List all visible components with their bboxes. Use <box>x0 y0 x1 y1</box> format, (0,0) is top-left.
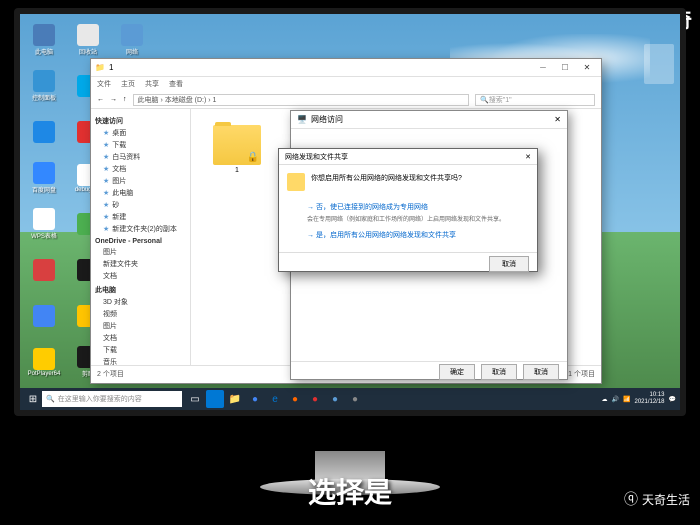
cancel-button[interactable]: 取消 <box>481 364 517 380</box>
desktop-icon[interactable]: WPS表格 <box>24 202 64 246</box>
apply-button[interactable]: 取消 <box>523 364 559 380</box>
sidebar-item[interactable]: 新建文件夹 <box>93 258 188 270</box>
desktop-screen: 此电脑 回收站 网络 控制面板 百度网盘 debug.log WPS表格 Pot… <box>20 14 680 410</box>
window-title: 1 <box>109 63 113 72</box>
task-view-button[interactable]: ▭ <box>186 390 204 408</box>
sidebar-item[interactable]: 下载 <box>93 344 188 356</box>
taskbar-app[interactable]: e <box>266 390 284 408</box>
option-no-desc: 会在专用网络（例如家庭和工作场所的网络）上启用网络发现和文件共享。 <box>287 214 529 223</box>
ribbon-tabs: 文件 主页 共享 查看 <box>91 77 601 91</box>
network-titlebar[interactable]: 🖥️ 网络访问 ✕ <box>291 111 567 129</box>
taskbar-app[interactable]: ● <box>286 390 304 408</box>
clock[interactable]: 10:13 2021/12/18 <box>634 392 664 405</box>
start-button[interactable]: ⊞ <box>24 390 42 408</box>
close-button[interactable]: ✕ <box>577 61 597 75</box>
forward-button[interactable]: → <box>110 96 117 103</box>
explorer-titlebar[interactable]: 📁 1 ─ ☐ ✕ <box>91 59 601 77</box>
folder-icon <box>213 125 261 165</box>
desktop-icon[interactable]: 控制面板 <box>24 64 64 108</box>
sidebar-this-pc[interactable]: 此电脑 <box>93 284 188 296</box>
taskbar-app[interactable]: ● <box>346 390 364 408</box>
address-bar[interactable]: 此电脑 › 本地磁盘 (D:) › 1 <box>133 94 470 106</box>
address-bar-row: ← → ↑ 此电脑 › 本地磁盘 (D:) › 1 🔍搜索"1" <box>91 91 601 109</box>
folder-item[interactable]: 1 <box>207 125 267 177</box>
desktop-icon[interactable] <box>24 110 64 154</box>
sidebar-item[interactable]: 白马资料 <box>93 151 188 163</box>
minimize-button[interactable]: ─ <box>533 61 553 75</box>
search-icon: 🔍 <box>480 96 489 104</box>
dialog-footer: 取消 <box>279 252 537 274</box>
shield-icon <box>287 173 305 191</box>
system-tray: ☁ 🔊 📶 10:13 2021/12/18 💬 <box>602 392 676 405</box>
sidebar-item[interactable]: 文档 <box>93 332 188 344</box>
sidebar-onedrive[interactable]: OneDrive - Personal <box>93 237 188 246</box>
desktop-icon[interactable]: 回收站 <box>68 18 108 62</box>
taskbar-app[interactable] <box>206 390 224 408</box>
sidebar-item[interactable]: 文档 <box>93 163 188 175</box>
sidebar-item[interactable]: 此电脑 <box>93 187 188 199</box>
sidebar-item[interactable]: 图片 <box>93 175 188 187</box>
monitor-frame: 此电脑 回收站 网络 控制面板 百度网盘 debug.log WPS表格 Pot… <box>14 8 686 416</box>
taskbar-app[interactable]: 📁 <box>226 390 244 408</box>
desktop-widget[interactable] <box>644 44 674 84</box>
search-icon: 🔍 <box>46 395 55 403</box>
desktop-icon[interactable]: PotPlayer64 <box>24 340 64 384</box>
desktop-icon[interactable]: 此电脑 <box>24 18 64 62</box>
option-yes[interactable]: 是，启用所有公用网络的网络发现和文件共享 <box>287 227 529 244</box>
dialog-question: 你想启用所有公用网络的网络发现和文件共享吗? <box>311 173 462 191</box>
search-input[interactable]: 🔍搜索"1" <box>475 94 595 106</box>
sidebar-item[interactable]: 新建 <box>93 211 188 223</box>
tray-icon[interactable]: ☁ <box>602 396 608 403</box>
desktop-icon[interactable]: 网络 <box>112 18 152 62</box>
desktop-icon[interactable]: 百度网盘 <box>24 156 64 200</box>
dialog-title: 网络发现和文件共享 <box>285 152 348 162</box>
sidebar-item[interactable]: 砂 <box>93 199 188 211</box>
sidebar-item[interactable]: 音乐 <box>93 356 188 365</box>
taskbar-app[interactable]: ● <box>306 390 324 408</box>
folder-icon: 📁 <box>95 63 105 72</box>
sidebar-quick-access[interactable]: 快速访问 <box>93 115 188 127</box>
back-button[interactable]: ← <box>97 96 104 103</box>
taskbar-app[interactable]: ● <box>326 390 344 408</box>
sidebar-item[interactable]: 图片 <box>93 246 188 258</box>
ok-button[interactable]: 确定 <box>439 364 475 380</box>
video-caption: 选择是 <box>0 471 700 511</box>
cancel-button[interactable]: 取消 <box>489 256 529 272</box>
desktop-icon[interactable] <box>24 294 64 338</box>
maximize-button[interactable]: ☐ <box>555 61 575 75</box>
close-button[interactable]: ✕ <box>525 153 531 161</box>
sidebar-item[interactable]: 图片 <box>93 320 188 332</box>
tab-file[interactable]: 文件 <box>97 79 111 89</box>
sidebar-item[interactable]: 文档 <box>93 270 188 282</box>
watermark-bottom-right: 天奇生活 <box>624 489 690 509</box>
tray-icon[interactable]: 🔊 <box>612 396 619 403</box>
tray-icon[interactable]: 📶 <box>623 396 630 403</box>
dialog-titlebar[interactable]: 网络发现和文件共享 ✕ <box>279 149 537 165</box>
sidebar-item[interactable]: 桌面 <box>93 127 188 139</box>
network-title: 网络访问 <box>311 114 343 125</box>
network-discovery-dialog: 网络发现和文件共享 ✕ 你想启用所有公用网络的网络发现和文件共享吗? 否，使已连… <box>278 148 538 272</box>
taskbar: ⊞ 🔍 在这里输入你要搜索的内容 ▭ 📁 ● e ● ● ● ● ☁ 🔊 📶 1… <box>20 388 680 410</box>
desktop-icon[interactable] <box>24 248 64 292</box>
tab-view[interactable]: 查看 <box>169 79 183 89</box>
close-button[interactable]: ✕ <box>554 115 561 124</box>
sidebar-item[interactable]: 下载 <box>93 139 188 151</box>
notification-button[interactable]: 💬 <box>669 396 676 403</box>
sidebar-item[interactable]: 视频 <box>93 308 188 320</box>
up-button[interactable]: ↑ <box>123 96 127 103</box>
tab-share[interactable]: 共享 <box>145 79 159 89</box>
sidebar-item[interactable]: 3D 对象 <box>93 296 188 308</box>
sidebar-item[interactable]: 新建文件夹(2)的副本 <box>93 223 188 235</box>
status-item-count: 2 个项目 <box>97 369 124 379</box>
tab-home[interactable]: 主页 <box>121 79 135 89</box>
network-icon: 🖥️ <box>297 115 307 124</box>
navigation-pane: 快速访问 桌面 下载 白马资料 文档 图片 此电脑 砂 新建 新建文件夹(2)的… <box>91 109 191 365</box>
taskbar-app[interactable]: ● <box>246 390 264 408</box>
taskbar-search[interactable]: 🔍 在这里输入你要搜索的内容 <box>42 391 182 407</box>
dialog-body: 你想启用所有公用网络的网络发现和文件共享吗? 否，使已连接到的网络成为专用网络 … <box>279 165 537 252</box>
network-footer: 确定 取消 取消 <box>291 361 567 381</box>
